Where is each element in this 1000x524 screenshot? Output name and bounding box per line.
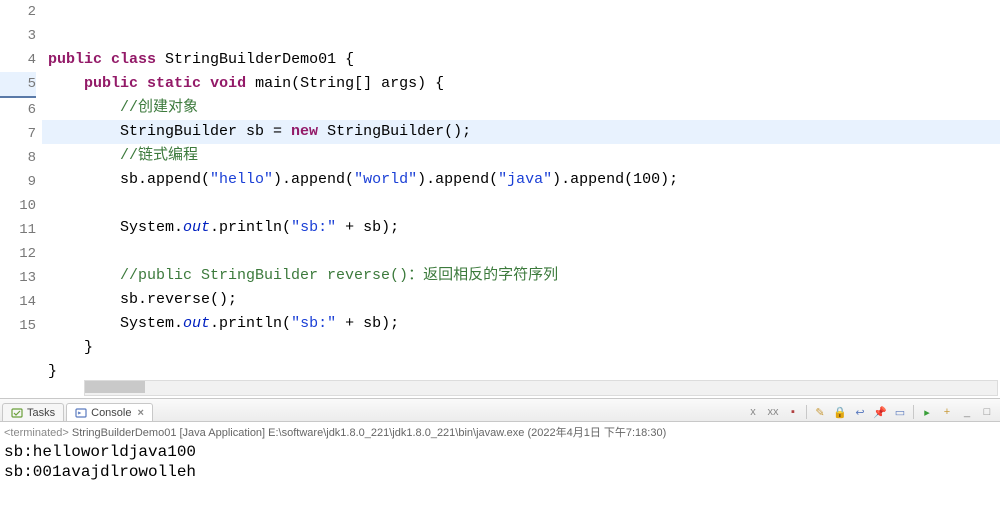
string-token: "sb:"	[291, 315, 336, 332]
text-token	[48, 147, 120, 164]
text-token: System.	[48, 315, 183, 332]
text-token: sb.reverse();	[48, 291, 237, 308]
line-number: 14	[0, 290, 36, 314]
text-token	[201, 75, 210, 92]
text-token: System.	[48, 219, 183, 236]
keyword-token: class	[111, 51, 156, 68]
code-line[interactable]: //public StringBuilder reverse()：返回相反的字符…	[42, 264, 1000, 288]
static-field-token: out	[183, 219, 210, 236]
code-line[interactable]	[42, 192, 1000, 216]
code-line[interactable]: }	[42, 336, 1000, 360]
code-line[interactable]: sb.reverse();	[42, 288, 1000, 312]
text-token: StringBuilder sb =	[48, 123, 291, 140]
text-token: sb.append(	[48, 171, 210, 188]
line-number: 8	[0, 146, 36, 170]
console-line: sb:helloworldjava100	[4, 442, 996, 462]
text-token: main(String[] args) {	[246, 75, 444, 92]
scrollbar-thumb[interactable]	[85, 381, 145, 393]
code-line[interactable]: System.out.println("sb:" + sb);	[42, 216, 1000, 240]
line-number: 6	[0, 98, 36, 122]
text-token: ).append(	[417, 171, 498, 188]
keyword-token: public	[48, 51, 102, 68]
text-token	[48, 267, 120, 284]
code-line[interactable]: sb.append("hello").append("world").appen…	[42, 168, 1000, 192]
tasks-icon	[11, 407, 23, 419]
text-token: }	[48, 339, 93, 356]
line-number: 10	[0, 194, 36, 218]
text-token: StringBuilderDemo01 {	[156, 51, 354, 68]
line-number: 9	[0, 170, 36, 194]
comment-token: //创建对象	[120, 99, 198, 116]
line-number: 4	[0, 48, 36, 72]
console-line: sb:001avajdlrowolleh	[4, 462, 996, 482]
string-token: "hello"	[210, 171, 273, 188]
code-line[interactable]: public class StringBuilderDemo01 {	[42, 48, 1000, 72]
line-number: 11	[0, 218, 36, 242]
horizontal-scrollbar[interactable]	[84, 380, 998, 396]
static-field-token: out	[183, 315, 210, 332]
keyword-token: public	[84, 75, 138, 92]
code-line[interactable]	[42, 240, 1000, 264]
code-line[interactable]: System.out.println("sb:" + sb);	[42, 312, 1000, 336]
code-line[interactable]: public static void main(String[] args) {	[42, 72, 1000, 96]
string-token: "world"	[354, 171, 417, 188]
code-line[interactable]: StringBuilder sb = new StringBuilder();	[42, 120, 1000, 144]
text-token: .println(	[210, 219, 291, 236]
text-token: StringBuilder();	[318, 123, 471, 140]
line-number: 12	[0, 242, 36, 266]
text-token	[48, 75, 84, 92]
text-token: ).append(100);	[552, 171, 678, 188]
comment-token: //链式编程	[120, 147, 198, 164]
line-number: 2	[0, 0, 36, 24]
text-token	[48, 99, 120, 116]
text-token: + sb);	[336, 315, 399, 332]
code-line[interactable]: //创建对象	[42, 96, 1000, 120]
text-token: .println(	[210, 315, 291, 332]
string-token: "sb:"	[291, 219, 336, 236]
editor-pane: 23456789101112131415 public class String…	[0, 0, 1000, 399]
line-number-gutter: 23456789101112131415	[0, 0, 42, 398]
line-number: 13	[0, 266, 36, 290]
line-number: 15	[0, 314, 36, 338]
keyword-token: static	[147, 75, 201, 92]
line-number: 7	[0, 122, 36, 146]
keyword-token: void	[210, 75, 246, 92]
keyword-token: new	[291, 123, 318, 140]
code-area[interactable]: public class StringBuilderDemo01 { publi…	[42, 0, 1000, 398]
text-token: ).append(	[273, 171, 354, 188]
text-token: + sb);	[336, 219, 399, 236]
text-token: }	[48, 363, 57, 380]
code-line[interactable]: //链式编程	[42, 144, 1000, 168]
line-number: 5	[0, 72, 36, 98]
string-token: "java"	[498, 171, 552, 188]
text-token	[138, 75, 147, 92]
comment-token: //public StringBuilder reverse()：返回相反的字符…	[120, 267, 558, 284]
text-token	[102, 51, 111, 68]
console-output[interactable]: sb:helloworldjava100sb:001avajdlrowolleh	[0, 442, 1000, 482]
line-number: 3	[0, 24, 36, 48]
